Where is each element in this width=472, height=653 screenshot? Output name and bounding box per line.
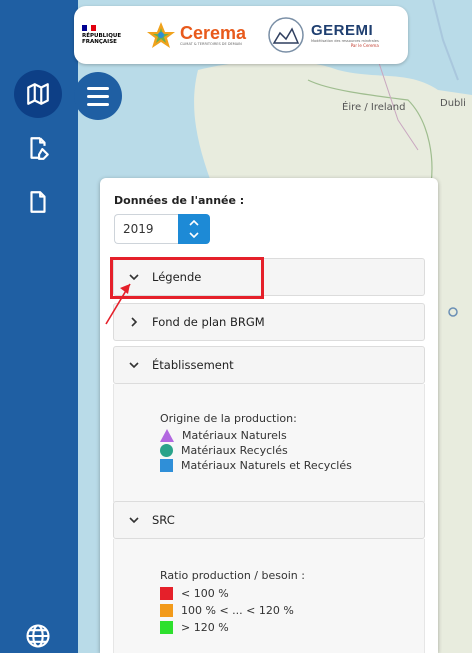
accordion-etablissement-label: Établissement <box>152 358 234 372</box>
layers-panel: Données de l'année : 2019 Légende Fond d… <box>100 178 438 653</box>
geremi-logo: GEREMI Modélisation des ressources minér… <box>266 15 379 55</box>
app-sidebar <box>0 0 78 653</box>
geremi-emblem-icon <box>268 17 304 53</box>
map-label-ireland: Éire / Ireland <box>342 102 406 113</box>
annotation-arrow-icon <box>105 283 131 325</box>
src-legend: Ratio production / besoin : < 100 % 100 … <box>113 539 425 653</box>
accordion-etablissement[interactable]: Établissement <box>113 346 425 384</box>
map-label-dublin: Dubli <box>440 98 466 109</box>
chevron-down-icon <box>129 362 139 369</box>
legend-item: < 100 % <box>160 585 424 602</box>
chevron-down-icon[interactable] <box>189 232 199 238</box>
chevron-down-icon <box>129 517 139 524</box>
legend-item: Matériaux Naturels <box>160 428 424 443</box>
accordion-src[interactable]: SRC <box>113 501 425 539</box>
legend-item: Matériaux Naturels et Recyclés <box>160 458 424 473</box>
document-icon[interactable] <box>14 178 62 226</box>
legend-title: Origine de la production: <box>160 412 297 425</box>
square-icon <box>160 604 173 617</box>
circle-icon <box>160 444 173 457</box>
legend-item: > 120 % <box>160 619 424 636</box>
globe-icon[interactable] <box>24 622 52 650</box>
republique-francaise-logo: RÉPUBLIQUE FRANÇAISE <box>82 24 136 46</box>
header-logos: RÉPUBLIQUE FRANÇAISE Cerema CLIMAT & TER… <box>74 6 408 64</box>
legend-title: Ratio production / besoin : <box>160 569 305 582</box>
square-icon <box>160 587 173 600</box>
etablissement-legend: Origine de la production: Matériaux Natu… <box>113 384 425 502</box>
year-stepper-buttons[interactable] <box>178 214 210 244</box>
square-icon <box>160 459 173 472</box>
cerema-logo: Cerema CLIMAT & TERRITOIRES DE DEMAIN <box>146 20 256 50</box>
accordion-fond-de-plan[interactable]: Fond de plan BRGM <box>113 303 425 341</box>
legend-item: Matériaux Recyclés <box>160 443 424 458</box>
cerema-star-icon <box>147 22 175 48</box>
year-input[interactable]: 2019 <box>114 214 178 244</box>
map-icon[interactable] <box>14 70 62 118</box>
legend-item: 100 % < ... < 120 % <box>160 602 424 619</box>
chevron-up-icon[interactable] <box>189 220 199 226</box>
menu-toggle-button[interactable] <box>74 72 122 120</box>
square-icon <box>160 621 173 634</box>
triangle-icon <box>160 429 174 442</box>
accordion-src-label: SRC <box>152 513 175 527</box>
year-label: Données de l'année : <box>114 194 245 207</box>
accordion-fond-de-plan-label: Fond de plan BRGM <box>152 315 265 329</box>
edit-document-icon[interactable] <box>14 124 62 172</box>
year-stepper[interactable]: 2019 <box>114 214 210 244</box>
